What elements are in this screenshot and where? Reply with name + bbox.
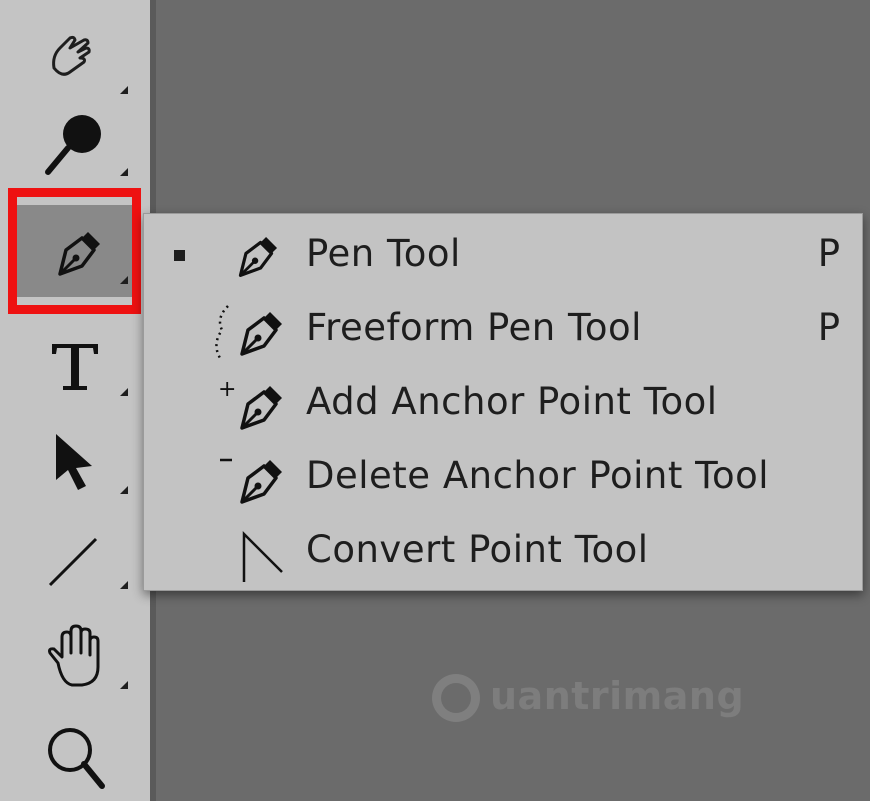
convert-point-icon [242,530,283,582]
menu-item-delete-anchor-point-tool[interactable]: Delete Anchor Point Tool [144,442,862,514]
dodge-tool-button[interactable] [0,102,150,184]
dodge-icon [45,115,101,175]
shortcut-key: P [817,306,840,349]
menu-item-convert-point-tool[interactable]: Convert Point Tool [144,516,862,588]
menu-item-label: Pen Tool [306,232,461,275]
shortcut-key: P [817,232,840,275]
menu-item-label: Add Anchor Point Tool [306,380,718,423]
line-tool-button[interactable] [0,515,150,597]
smudge-tool-button[interactable] [0,20,150,102]
add-anchor-pen-icon: + [218,377,282,430]
menu-item-label: Freeform Pen Tool [306,306,642,349]
flyout-indicator-icon [120,581,128,589]
flyout-indicator-icon [120,388,128,396]
hand-icon [48,624,100,687]
path-selection-tool-button[interactable] [0,420,150,502]
line-icon [48,537,98,587]
menu-item-label: Delete Anchor Point Tool [306,454,769,497]
selected-indicator-icon [174,250,185,261]
pen-nib-icon [58,232,100,276]
menu-item-label: Convert Point Tool [306,528,649,571]
zoom-tool-button[interactable] [0,712,150,794]
bulb-logo-icon [432,674,480,722]
pen-tool-button[interactable] [0,210,150,292]
tools-panel [0,0,150,801]
svg-text:+: + [218,377,236,402]
watermark-text: uantrimang [490,674,745,718]
flyout-indicator-icon [120,681,128,689]
flyout-indicator-icon [120,86,128,94]
finger-icon [52,35,91,76]
menu-item-pen-tool[interactable]: Pen Tool P [144,220,862,292]
flyout-indicator-icon [120,486,128,494]
pen-tool-flyout-menu: Pen Tool P Freeform Pen Tool P + Add Anc… [143,213,863,591]
magnifier-icon [48,728,105,789]
type-tool-button[interactable] [0,322,150,404]
pen-nib-icon [238,236,278,277]
delete-anchor-pen-icon [220,458,282,504]
menu-item-add-anchor-point-tool[interactable]: + Add Anchor Point Tool [144,368,862,440]
flyout-indicator-icon [120,276,128,284]
hand-tool-button[interactable] [0,615,150,697]
freeform-pen-icon [215,305,282,359]
type-t-icon [52,344,98,390]
flyout-indicator-icon [120,168,128,176]
arrow-cursor-icon [56,434,92,490]
menu-item-freeform-pen-tool[interactable]: Freeform Pen Tool P [144,294,862,366]
